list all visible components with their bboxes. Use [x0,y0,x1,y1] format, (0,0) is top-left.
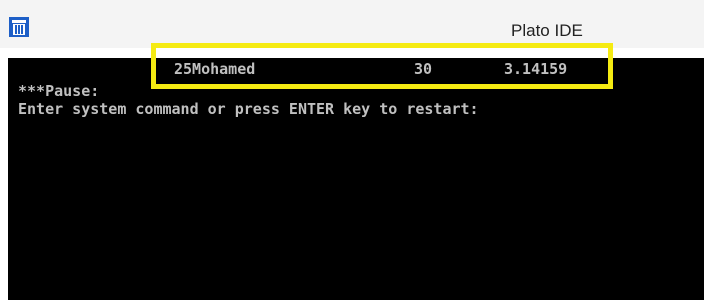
output-name: 25Mohamed [174,60,256,78]
output-age: 30 [414,60,433,78]
console-area[interactable] [8,58,704,300]
output-pi: 3.14159 [504,60,568,78]
restart-prompt: Enter system command or press ENTER key … [18,100,479,118]
pause-line: ***Pause: [18,82,100,100]
title-bar[interactable]: Plato IDE [0,0,704,48]
recycle-bin-icon[interactable] [9,17,29,37]
window-title: Plato IDE [511,21,583,40]
ide-window: Plato IDE 25Mohamed 30 3.14159 ***Pause:… [0,0,704,300]
